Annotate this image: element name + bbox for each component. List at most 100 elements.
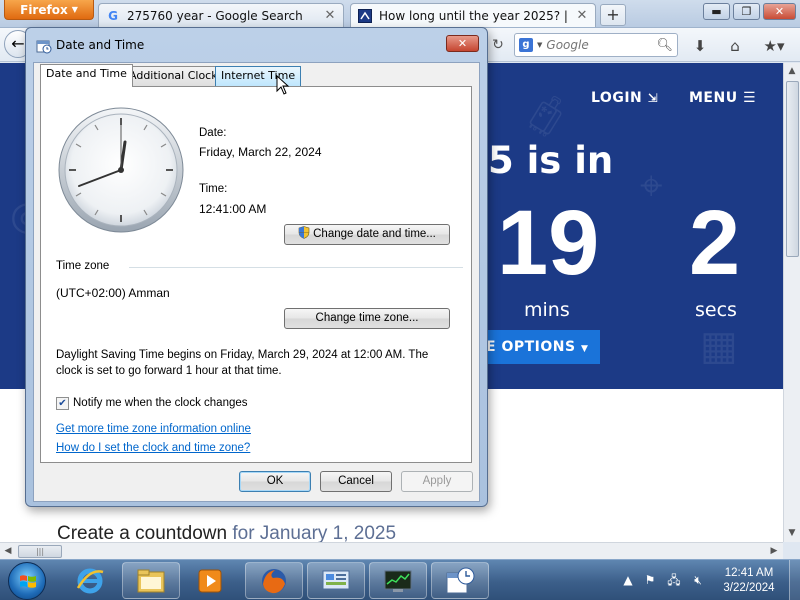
date-time-dialog: Date and Time ✕ Date and Time Additional… <box>25 27 488 507</box>
date-time-taskbar-icon[interactable] <box>431 562 489 599</box>
browser-titlebar: Firefox ▼ G 275760 year - Google Search … <box>0 0 800 28</box>
windows-taskbar: ▲ ⚑ 🖧 🔇︎ 12:41 AM 3/22/2024 <box>0 559 800 600</box>
action-center-flag-icon[interactable]: ⚑ <box>642 572 658 588</box>
timezone-group-divider <box>129 267 463 268</box>
suitcase-decor-icon: 🧳︎ <box>520 94 571 140</box>
close-tab-icon[interactable]: ✕ <box>575 8 589 23</box>
dialog-title: Date and Time <box>56 38 145 52</box>
login-link[interactable]: LOGIN ⇲ <box>591 90 658 106</box>
firefox-taskbar-icon[interactable] <box>245 562 303 599</box>
change-date-time-button[interactable]: Change date and time... <box>284 224 450 245</box>
show-hidden-icons-icon[interactable]: ▲ <box>620 572 636 588</box>
map-pin-decor-icon: ⌖ <box>640 163 663 209</box>
search-bar[interactable]: g ▼ 🔍︎ <box>514 33 678 57</box>
create-countdown-prefix: Create a countdown <box>57 523 228 542</box>
change-timezone-button[interactable]: Change time zone... <box>284 308 450 329</box>
media-player-icon[interactable] <box>190 564 230 598</box>
browser-tab-label: 275760 year - Google Search <box>127 8 303 23</box>
dialog-close-button[interactable]: ✕ <box>446 35 479 52</box>
login-label: LOGIN <box>591 90 643 106</box>
chevron-down-icon[interactable]: ▼ <box>537 41 542 49</box>
internet-explorer-icon[interactable] <box>70 564 110 598</box>
dropdown-arrow-icon: ▼ <box>71 5 78 14</box>
change-date-time-label: Change date and time... <box>313 228 436 240</box>
howlongagogo-icon <box>357 8 373 24</box>
minutes-unit: mins <box>524 299 570 321</box>
options-button[interactable]: E OPTIONS ▼ <box>470 330 600 364</box>
scroll-up-icon[interactable]: ▲ <box>784 63 800 79</box>
browser-tab-google[interactable]: G 275760 year - Google Search ✕ <box>98 3 344 27</box>
date-value: Friday, March 22, 2024 <box>199 145 322 159</box>
time-label: Time: <box>199 183 228 195</box>
download-icon[interactable]: ⬇ <box>689 36 711 56</box>
close-icon: ✕ <box>457 37 468 50</box>
seconds-unit: secs <box>695 299 737 321</box>
timezone-value: (UTC+02:00) Amman <box>56 286 170 300</box>
restore-button[interactable]: ❐ <box>733 3 760 20</box>
menu-label: MENU <box>689 90 738 106</box>
new-tab-button[interactable]: + <box>600 4 626 26</box>
horizontal-scroll-thumb[interactable]: ||| <box>18 545 62 558</box>
time-value: 12:41:00 AM <box>199 202 267 216</box>
cancel-button[interactable]: Cancel <box>320 471 392 492</box>
options-label: E OPTIONS <box>486 339 576 355</box>
create-countdown-suffix: for January 1, 2025 <box>232 523 397 542</box>
back-arrow-icon: ← <box>11 34 25 53</box>
control-panel-icon[interactable] <box>307 562 365 599</box>
search-icon[interactable]: 🔍︎ <box>656 38 673 53</box>
window-close-button[interactable]: ✕ <box>763 3 796 20</box>
vertical-scroll-thumb[interactable] <box>786 81 799 257</box>
apply-button[interactable]: Apply <box>401 471 473 492</box>
horizontal-scrollbar[interactable]: ◀ ||| ▶ <box>0 542 783 559</box>
search-engine-icon[interactable]: g <box>519 38 533 52</box>
create-countdown-heading: Create a countdown for January 1, 2025 <box>57 523 396 542</box>
browser-tab-howlong[interactable]: How long until the year 2025? | howlo...… <box>350 3 596 27</box>
close-tab-icon[interactable]: ✕ <box>323 8 337 23</box>
volume-muted-icon[interactable]: 🔇︎ <box>690 572 706 588</box>
uac-shield-icon <box>298 226 310 239</box>
tab-date-and-time[interactable]: Date and Time <box>40 64 133 87</box>
browser-tab-label: How long until the year 2025? | howlo... <box>379 8 569 23</box>
search-input[interactable] <box>546 38 653 52</box>
scroll-down-icon[interactable]: ▼ <box>784 525 800 541</box>
countdown-heading: 5 is in <box>488 139 614 182</box>
scroll-left-icon[interactable]: ◀ <box>0 543 16 559</box>
dst-info-line-2: clock is set to go forward 1 hour at tha… <box>56 365 282 377</box>
tab-additional-clocks[interactable]: Additional Clocks <box>123 66 230 86</box>
firefox-menu-button[interactable]: Firefox ▼ <box>4 0 94 20</box>
minimize-button[interactable]: ▬ <box>703 3 730 20</box>
hamburger-icon: ☰ <box>742 90 757 106</box>
start-button[interactable] <box>8 562 46 600</box>
windows-logo-icon <box>20 575 36 588</box>
minutes-value: 19 <box>497 192 600 294</box>
analog-clock-icon <box>58 107 184 233</box>
checkmark-icon: ✔ <box>58 398 67 409</box>
vertical-scrollbar[interactable]: ▲ ▼ <box>783 63 800 542</box>
show-desktop-button[interactable] <box>789 560 800 600</box>
home-icon[interactable]: ⌂ <box>724 36 746 56</box>
clock-time: 12:41 AM <box>724 567 774 579</box>
taskbar-clock[interactable]: 12:41 AM 3/22/2024 <box>714 566 784 596</box>
bookmarks-icon[interactable]: ★▾ <box>759 36 789 56</box>
clock-date: 3/22/2024 <box>723 582 775 594</box>
task-manager-icon[interactable] <box>369 562 427 599</box>
google-g-icon: G <box>108 8 118 23</box>
date-time-icon <box>36 40 52 54</box>
caret-down-icon: ▼ <box>580 344 589 354</box>
windows-explorer-icon[interactable] <box>122 562 180 599</box>
dialog-body: Date and Time Additional Clocks Internet… <box>33 62 480 502</box>
notify-label: Notify me when the clock changes <box>73 397 248 409</box>
menu-link[interactable]: MENU ☰ <box>689 90 756 106</box>
tab-panel-date-and-time: Date: Friday, March 22, 2024 Time: 12:41… <box>40 86 472 463</box>
network-icon[interactable]: 🖧 <box>666 572 682 588</box>
date-label: Date: <box>199 127 227 139</box>
ok-button[interactable]: OK <box>239 471 311 492</box>
mouse-cursor-icon <box>276 75 290 95</box>
timezone-group-label: Time zone <box>56 260 110 272</box>
timezone-info-link[interactable]: Get more time zone information online <box>56 423 251 435</box>
seconds-value: 2 <box>689 192 741 294</box>
reload-icon[interactable]: ↻ <box>487 34 509 56</box>
clock-help-link[interactable]: How do I set the clock and time zone? <box>56 442 250 454</box>
scroll-right-icon[interactable]: ▶ <box>766 543 782 559</box>
notify-checkbox[interactable]: ✔ <box>56 397 69 410</box>
